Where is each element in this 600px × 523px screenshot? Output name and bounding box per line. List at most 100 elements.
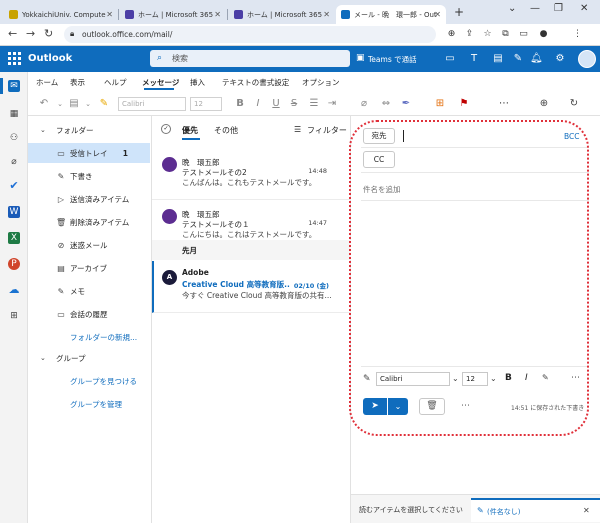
profile-icon[interactable]: ● (538, 29, 549, 40)
dropdown-icon[interactable]: ⌄ (82, 98, 94, 110)
draft-tab-label: (件名なし) (487, 508, 521, 516)
font-size-box[interactable]: 12 (190, 97, 222, 111)
powerpoint-icon[interactable]: P (8, 258, 20, 270)
undo-icon[interactable]: ↶ (38, 98, 50, 110)
tab-focused[interactable]: 優先 (182, 125, 198, 136)
zoom-icon[interactable]: ⊕ (538, 98, 550, 110)
share-icon[interactable]: ⇪ (464, 29, 475, 40)
sidebar-icon[interactable]: ▭ (518, 29, 529, 40)
app-launcher-icon[interactable] (8, 52, 21, 65)
folders-header[interactable]: ⌄ フォルダー (28, 120, 150, 140)
url-field[interactable]: 🔒︎ outlook.office.com/mail/ (64, 26, 436, 43)
search-input[interactable]: ⌕ 検索 (150, 50, 350, 67)
close-icon[interactable]: ✕ (106, 10, 113, 19)
filter-button[interactable]: フィルター (307, 125, 347, 136)
sensitivity-icon[interactable]: ⚑ (458, 98, 470, 110)
meet-icon[interactable]: ▭ (444, 53, 456, 65)
inbox-icon: ▭ (57, 148, 65, 158)
browser-tab-2[interactable]: ホーム | Microsoft 365 ✕ (120, 5, 226, 24)
close-icon[interactable]: ✕ (323, 10, 330, 19)
groups-header[interactable]: ⌄ グループ (28, 348, 150, 368)
app-brand[interactable]: Outlook (28, 53, 72, 64)
tab-view[interactable]: 表示 (70, 77, 85, 88)
tab-other[interactable]: その他 (214, 125, 238, 136)
more-apps-icon[interactable]: ⊞ (8, 310, 20, 322)
tab-insert[interactable]: 挿入 (190, 77, 205, 88)
gear-icon[interactable]: ⚙ (554, 53, 566, 65)
clipboard-icon[interactable]: ▤ (492, 53, 504, 65)
install-app-icon[interactable]: ⊕ (446, 29, 457, 40)
close-icon[interactable]: ✕ (583, 506, 590, 515)
bookmark-icon[interactable]: ☆ (482, 29, 493, 40)
select-item-tab[interactable]: 読むアイテムを選択してください (359, 505, 463, 515)
find-groups-link[interactable]: グループを見つける (28, 371, 150, 391)
folder-notes[interactable]: ✎ メモ (28, 281, 150, 301)
tab-options[interactable]: オプション (302, 77, 340, 88)
tab-home[interactable]: ホーム (36, 77, 58, 88)
new-tab-button[interactable]: + (454, 5, 464, 19)
bullets-icon[interactable]: ☰ (308, 98, 320, 110)
indent-icon[interactable]: ⇥ (326, 98, 338, 110)
italic-icon[interactable]: I (252, 98, 264, 110)
close-icon[interactable]: ✕ (434, 10, 441, 19)
calendar-icon[interactable]: ▦ (8, 108, 20, 120)
tab-help[interactable]: ヘルプ (104, 77, 127, 88)
new-folder-link[interactable]: フォルダーの新規... (28, 327, 150, 347)
teams-icon[interactable]: T (468, 53, 480, 65)
extensions-icon[interactable]: ⧉ (500, 29, 511, 40)
teams-call-button[interactable]: Teams で通話 (368, 54, 417, 65)
close-icon[interactable]: ✕ (214, 10, 221, 19)
manage-groups-link[interactable]: グループを管理 (28, 394, 150, 414)
mail-icon[interactable]: ✉ (8, 80, 20, 92)
word-icon[interactable]: W (8, 206, 20, 218)
bell-icon[interactable]: 🔔︎ (530, 53, 543, 65)
todo-icon[interactable]: ✔ (8, 180, 20, 192)
bold-icon[interactable]: B (234, 98, 246, 110)
message-item[interactable]: 晩 環五郎 テストメールその2 14:48 こんばんは。これもテストメールです。 (152, 148, 351, 200)
folder-conversation-history[interactable]: ▭ 会話の履歴 (28, 304, 150, 324)
browser-tab-1[interactable]: YokkaichiUniv. Compute ✕ (4, 5, 118, 24)
signature-icon[interactable]: ✒ (400, 98, 412, 110)
tab-message[interactable]: メッセージ (142, 77, 179, 88)
onedrive-icon[interactable]: ☁ (8, 284, 20, 296)
strikethrough-icon[interactable]: S (288, 98, 300, 110)
browser-tab-3[interactable]: ホーム | Microsoft 365 ✕ (229, 5, 335, 24)
table-icon[interactable]: ⊞ (434, 98, 446, 110)
tab-title: メール - 晩 環一郎 - Out (354, 10, 437, 19)
minimize-icon[interactable]: — (530, 3, 540, 14)
paste-icon[interactable]: ▤ (68, 98, 80, 110)
refresh-icon[interactable]: ↻ (568, 98, 580, 110)
folder-sent[interactable]: ▷ 送信済みアイテム (28, 189, 150, 209)
dropdown-icon[interactable]: ⌄ (54, 98, 66, 110)
maximize-icon[interactable]: ❐ (554, 3, 563, 14)
edit-icon[interactable]: ✎ (512, 53, 524, 65)
select-all-checkbox[interactable]: ✓ (161, 124, 171, 134)
attach-icon[interactable]: ⌀ (358, 98, 370, 110)
folder-label: アーカイブ (70, 263, 108, 273)
forward-icon[interactable]: → (26, 27, 35, 40)
close-window-icon[interactable]: ✕ (580, 3, 588, 14)
reload-icon[interactable]: ↻ (44, 27, 53, 40)
folder-deleted[interactable]: 🗑︎ 削除済みアイテム (28, 212, 150, 232)
outlook-header: Outlook ⌕ 検索 ▣ Teams で通話 ▭ T ▤ ✎ 🔔︎ ⚙ (0, 46, 600, 72)
underline-icon[interactable]: U (270, 98, 282, 110)
font-name-box[interactable]: Calibri (118, 97, 186, 111)
folder-inbox[interactable]: ▭ 受信トレイ 1 (28, 143, 150, 163)
back-icon[interactable]: ← (8, 27, 17, 40)
excel-icon[interactable]: X (8, 232, 20, 244)
format-painter-icon[interactable]: ✎ (98, 98, 110, 110)
link-icon[interactable]: ⇔ (380, 98, 392, 110)
folder-junk[interactable]: ⊘ 迷惑メール (28, 235, 150, 255)
more-icon[interactable]: ⋮ (572, 29, 583, 40)
attach-icon[interactable]: ⌀ (8, 156, 20, 168)
folder-drafts[interactable]: ✎ 下書き (28, 166, 150, 186)
folder-archive[interactable]: ▤ アーカイブ (28, 258, 150, 278)
tab-list-icon[interactable]: ⌄ (508, 3, 516, 14)
account-avatar[interactable] (578, 50, 596, 68)
people-icon[interactable]: ⚇ (8, 132, 20, 144)
tab-format-text[interactable]: テキストの書式設定 (222, 77, 289, 88)
message-item-unread[interactable]: A Adobe Creative Cloud 高等教育版... 02/10 (金… (152, 261, 351, 313)
draft-tab[interactable]: ✎ (件名なし) ✕ (471, 498, 600, 522)
browser-tab-4-active[interactable]: メール - 晩 環一郎 - Out ✕ (336, 5, 446, 24)
more-options-icon[interactable]: ⋯ (498, 98, 510, 110)
